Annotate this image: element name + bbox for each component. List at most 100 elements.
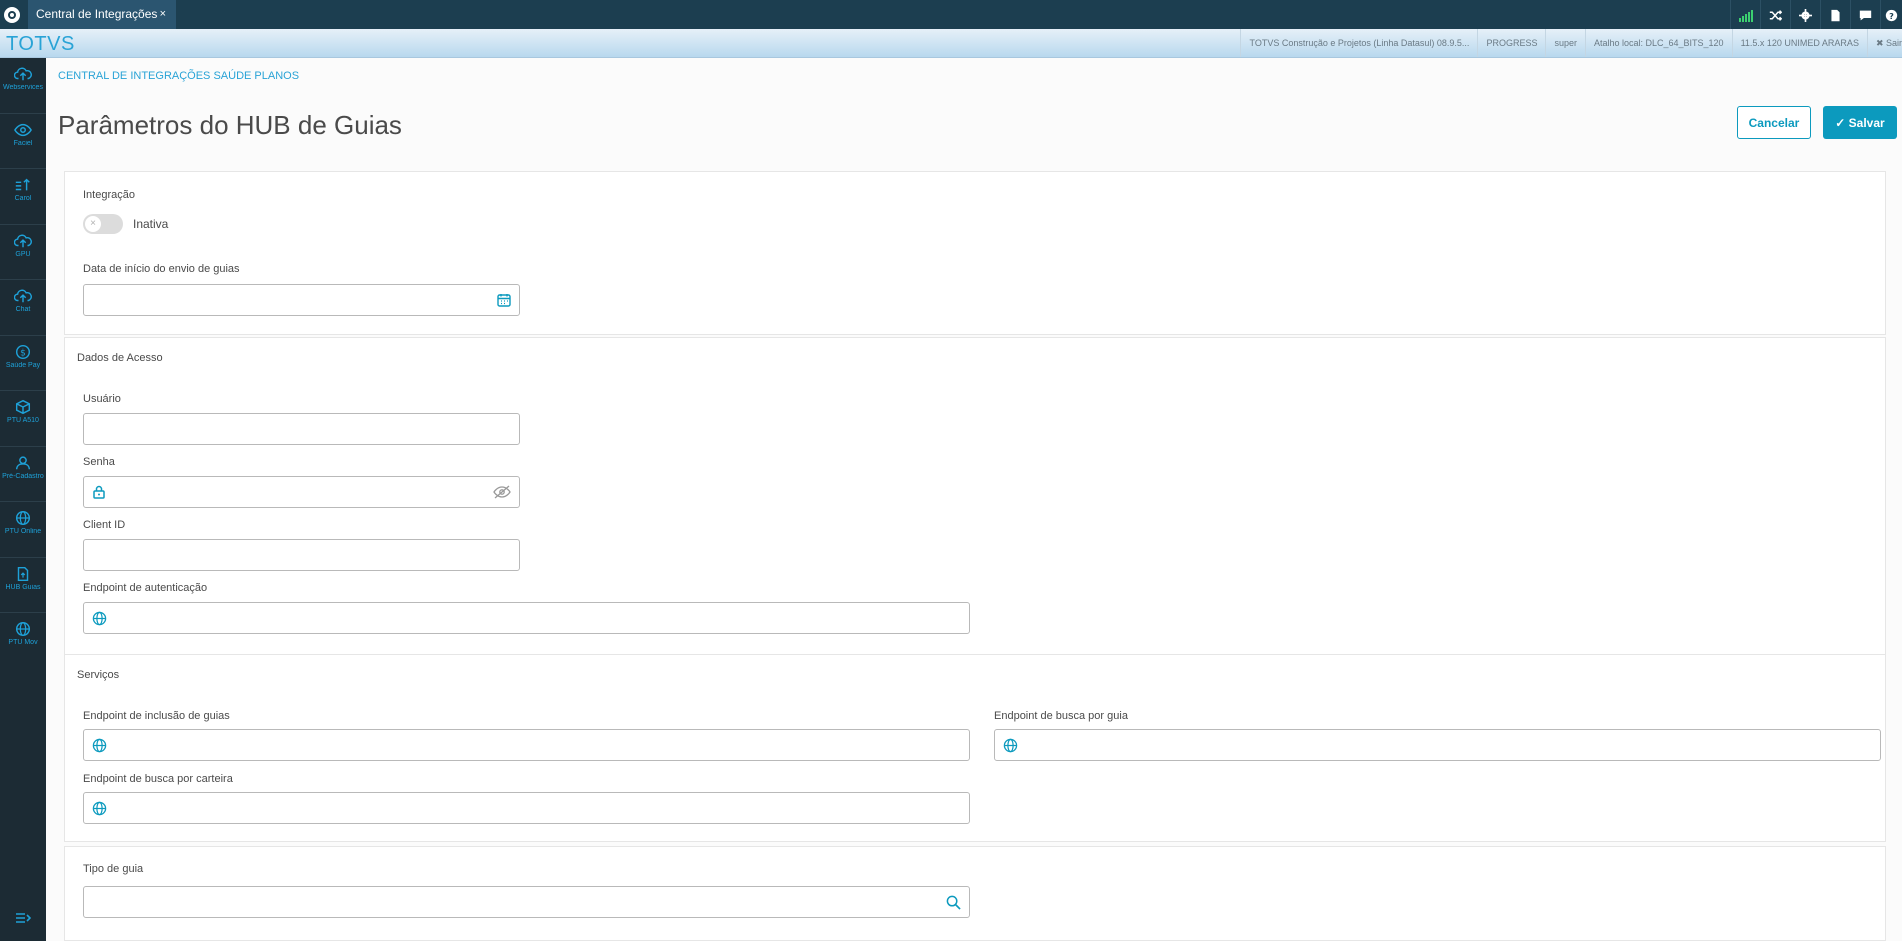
session-info: TOTVS Construção e Projetos (Linha Datas… xyxy=(1240,29,1902,57)
sidebar-item-label: Chat xyxy=(15,306,31,313)
usuario-label: Usuário xyxy=(83,393,121,405)
globe-icon xyxy=(92,611,107,626)
save-button[interactable]: ✓ Salvar xyxy=(1823,106,1897,139)
tipo-guia-label: Tipo de guia xyxy=(83,863,144,875)
eye-off-icon[interactable] xyxy=(493,485,511,499)
collapse-menu-icon[interactable] xyxy=(15,911,32,929)
info-database: PROGRESS xyxy=(1477,29,1545,57)
brand-logo: TOTVS xyxy=(6,33,75,55)
sidebar-item-chat[interactable]: Chat xyxy=(0,288,46,336)
sidebar-item-label: HUB Guias xyxy=(5,583,41,591)
senha-field[interactable] xyxy=(83,476,520,508)
logout-link[interactable]: ✖ Sair xyxy=(1866,29,1902,57)
sidebar-item-pre-cadastro[interactable]: Pré-Cadastro xyxy=(0,455,46,502)
servicos-title: Serviços xyxy=(77,669,120,681)
sidebar-item-gpu[interactable]: GPU xyxy=(0,233,46,280)
info-company: 11.5.x 120 UNIMED ARARAS xyxy=(1731,29,1867,57)
busca-guia-label: Endpoint de busca por guia xyxy=(994,710,1128,722)
calendar-icon[interactable] xyxy=(497,293,511,307)
inclusao-field[interactable] xyxy=(83,729,970,761)
info-user: super xyxy=(1545,29,1585,57)
globe-icon xyxy=(15,621,31,637)
svg-text:$: $ xyxy=(20,348,26,358)
user-icon xyxy=(15,455,31,469)
top-toolbar: ? xyxy=(1730,0,1902,29)
app-logo-icon[interactable] xyxy=(4,7,20,23)
endpoint-auth-label: Endpoint de autenticação xyxy=(83,582,208,594)
document-icon[interactable] xyxy=(1820,0,1850,29)
globe-icon xyxy=(1003,738,1018,753)
top-bar: Central de Integrações × ? xyxy=(0,0,1902,29)
cloud-icon xyxy=(14,289,32,303)
integracao-panel: Integração × Inativa Data de início do e… xyxy=(64,171,1886,335)
cloud-upload-icon xyxy=(14,67,32,81)
eye-icon xyxy=(14,123,32,136)
cloud-icon xyxy=(14,234,32,247)
svg-text:?: ? xyxy=(1889,11,1894,21)
integracao-title: Integração xyxy=(83,189,135,201)
signal-icon[interactable] xyxy=(1730,0,1760,29)
tab-close-icon[interactable]: × xyxy=(160,0,166,29)
tipo-guia-panel: Tipo de guia xyxy=(64,846,1886,941)
tipo-guia-field[interactable] xyxy=(83,886,970,918)
box-icon xyxy=(15,399,31,415)
dados-acesso-title: Dados de Acesso xyxy=(77,352,163,364)
integration-toggle[interactable]: × xyxy=(83,214,123,234)
sidebar-item-label: Saúde Pay xyxy=(5,361,41,369)
client-id-label: Client ID xyxy=(83,519,126,531)
start-date-field[interactable] xyxy=(83,284,520,316)
client-id-field[interactable] xyxy=(83,539,520,571)
senha-label: Senha xyxy=(83,456,115,468)
dollar-icon: $ xyxy=(15,344,31,359)
sidebar-item-label: Carol xyxy=(14,195,32,202)
globe-icon xyxy=(92,738,107,753)
inclusao-label: Endpoint de inclusão de guias xyxy=(83,710,230,722)
page-title: Parâmetros do HUB de Guias xyxy=(58,110,402,140)
info-product: TOTVS Construção e Projetos (Linha Datas… xyxy=(1240,29,1477,57)
toggle-label: Inativa xyxy=(133,217,169,231)
tab-central-integracoes[interactable]: Central de Integrações × xyxy=(28,0,176,29)
main-content: CENTRAL DE INTEGRAÇÕES SAÚDE PLANOS Parâ… xyxy=(46,58,1902,941)
tab-title: Central de Integrações xyxy=(36,7,158,21)
sidebar-item-hub-guias[interactable]: HUB Guias xyxy=(0,566,46,613)
cancel-button[interactable]: Cancelar xyxy=(1737,106,1811,139)
sidebar-item-ptu-online[interactable]: PTU Online xyxy=(0,510,46,558)
sidebar-item-ptu-a510[interactable]: PTU A510 xyxy=(0,399,46,447)
sidebar-item-ptu-mov[interactable]: PTU Mov xyxy=(0,621,46,669)
globe-icon xyxy=(92,801,107,816)
endpoint-auth-field[interactable] xyxy=(83,602,970,634)
header-bar: TOTVS TOTVS Construção e Projetos (Linha… xyxy=(0,29,1902,58)
breadcrumb[interactable]: CENTRAL DE INTEGRAÇÕES SAÚDE PLANOS xyxy=(58,70,299,82)
sidebar-item-faciel[interactable]: Faciel xyxy=(0,122,46,169)
sidebar-item-carol[interactable]: Carol xyxy=(0,177,46,225)
sidebar-item-label: Faciel xyxy=(13,139,33,147)
sidebar-item-label: PTU Online xyxy=(4,528,42,535)
start-date-label: Data de início do envio de guias xyxy=(83,263,240,275)
sidebar-item-label: PTU A510 xyxy=(7,417,39,424)
help-icon[interactable]: ? xyxy=(1880,0,1902,29)
sidebar-item-label: Webservices xyxy=(3,84,43,91)
gear-icon[interactable] xyxy=(1790,0,1820,29)
sidebar-item-label: PTU Mov xyxy=(8,639,38,646)
usuario-field[interactable] xyxy=(83,413,520,445)
lock-icon xyxy=(93,485,105,499)
servicos-panel: Serviços Endpoint de inclusão de guias E… xyxy=(64,654,1886,842)
chat-icon[interactable] xyxy=(1850,0,1880,29)
sidebar-item-label: Pré-Cadastro xyxy=(2,472,44,480)
sort-icon xyxy=(15,178,30,191)
search-icon[interactable] xyxy=(946,895,961,910)
file-upload-icon xyxy=(17,566,29,581)
sidebar-item-label: GPU xyxy=(15,250,31,258)
busca-guia-field[interactable] xyxy=(994,729,1881,761)
sidebar-item-webservices[interactable]: Webservices xyxy=(0,66,46,114)
toggle-off-icon: × xyxy=(85,216,101,232)
sidebar: Webservices Faciel Carol GPU Chat $ Saúd… xyxy=(0,58,46,941)
globe-icon xyxy=(15,510,31,526)
busca-carteira-field[interactable] xyxy=(83,792,970,824)
check-icon: ✓ xyxy=(1835,115,1849,130)
sidebar-item-saude-pay[interactable]: $ Saúde Pay xyxy=(0,344,46,391)
shuffle-icon[interactable] xyxy=(1760,0,1790,29)
info-shortcut: Atalho local: DLC_64_BITS_120 xyxy=(1584,29,1732,57)
save-button-label: Salvar xyxy=(1848,115,1885,130)
busca-carteira-label: Endpoint de busca por carteira xyxy=(83,773,233,785)
